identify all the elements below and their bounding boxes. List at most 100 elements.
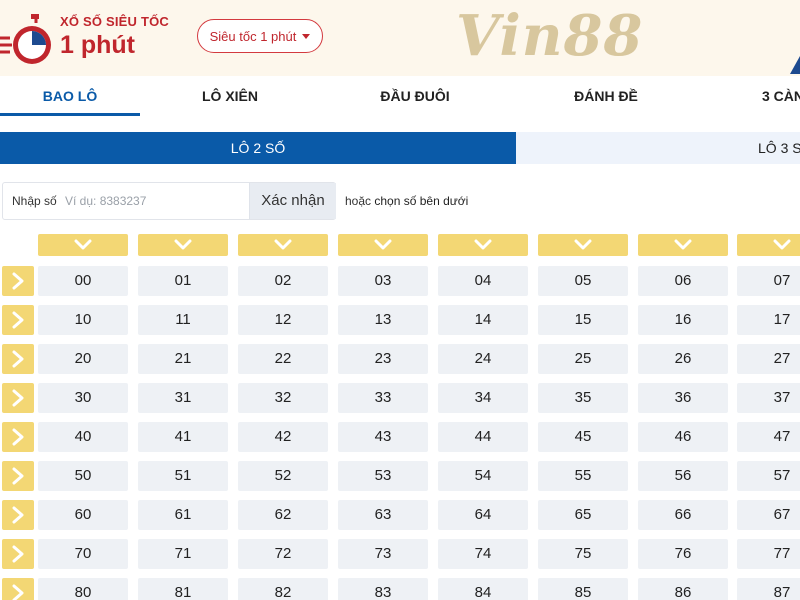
number-cell[interactable]: 83 — [338, 578, 428, 600]
row-select-button[interactable] — [2, 500, 34, 530]
number-cell[interactable]: 46 — [638, 422, 728, 452]
number-cell[interactable]: 76 — [638, 539, 728, 569]
number-cell[interactable]: 07 — [737, 266, 800, 296]
chevron-right-icon — [12, 389, 24, 407]
number-cell[interactable]: 67 — [737, 500, 800, 530]
number-cell[interactable]: 05 — [538, 266, 628, 296]
number-cell[interactable]: 20 — [38, 344, 128, 374]
number-cell[interactable]: 57 — [737, 461, 800, 491]
game-type-dropdown[interactable]: Siêu tốc 1 phút — [197, 19, 323, 53]
number-cell[interactable]: 00 — [38, 266, 128, 296]
number-cell[interactable]: 14 — [438, 305, 528, 335]
number-cell[interactable]: 12 — [238, 305, 328, 335]
number-cell[interactable]: 25 — [538, 344, 628, 374]
number-cell[interactable]: 56 — [638, 461, 728, 491]
column-select-button[interactable] — [538, 234, 628, 256]
row-select-button[interactable] — [2, 305, 34, 335]
number-cell[interactable]: 24 — [438, 344, 528, 374]
row-select-button[interactable] — [2, 539, 34, 569]
tab-lo-xien[interactable]: LÔ XIÊN — [160, 76, 300, 116]
number-cell[interactable]: 31 — [138, 383, 228, 413]
number-cell[interactable]: 66 — [638, 500, 728, 530]
tab-3-cang[interactable]: 3 CÀNG — [762, 76, 800, 116]
number-cell[interactable]: 77 — [737, 539, 800, 569]
number-cell[interactable]: 51 — [138, 461, 228, 491]
column-select-button[interactable] — [338, 234, 428, 256]
number-cell[interactable]: 32 — [238, 383, 328, 413]
number-cell[interactable]: 64 — [438, 500, 528, 530]
row-select-button[interactable] — [2, 383, 34, 413]
number-cell[interactable]: 73 — [338, 539, 428, 569]
number-cell[interactable]: 02 — [238, 266, 328, 296]
row-select-button[interactable] — [2, 422, 34, 452]
number-cell[interactable]: 80 — [38, 578, 128, 600]
number-cell[interactable]: 43 — [338, 422, 428, 452]
column-select-button[interactable] — [438, 234, 528, 256]
number-cell[interactable]: 71 — [138, 539, 228, 569]
number-cell[interactable]: 72 — [238, 539, 328, 569]
number-cell[interactable]: 06 — [638, 266, 728, 296]
number-cell[interactable]: 75 — [538, 539, 628, 569]
number-cell[interactable]: 16 — [638, 305, 728, 335]
number-cell[interactable]: 37 — [737, 383, 800, 413]
number-cell[interactable]: 74 — [438, 539, 528, 569]
number-cell[interactable]: 17 — [737, 305, 800, 335]
column-select-button[interactable] — [38, 234, 128, 256]
number-cell[interactable]: 60 — [38, 500, 128, 530]
confirm-button[interactable]: Xác nhận — [249, 183, 336, 219]
subtab-lo-3-so[interactable]: LÔ 3 SỐ — [758, 132, 800, 164]
tab-danh-de[interactable]: ĐÁNH ĐỀ — [536, 76, 676, 116]
number-cell[interactable]: 61 — [138, 500, 228, 530]
row-select-button[interactable] — [2, 266, 34, 296]
number-cell[interactable]: 11 — [138, 305, 228, 335]
number-cell[interactable]: 33 — [338, 383, 428, 413]
number-cell[interactable]: 15 — [538, 305, 628, 335]
number-cell[interactable]: 50 — [38, 461, 128, 491]
number-cell[interactable]: 86 — [638, 578, 728, 600]
number-cell[interactable]: 04 — [438, 266, 528, 296]
row-select-button[interactable] — [2, 344, 34, 374]
number-cell[interactable]: 35 — [538, 383, 628, 413]
number-cell[interactable]: 13 — [338, 305, 428, 335]
number-cell[interactable]: 23 — [338, 344, 428, 374]
row-select-button[interactable] — [2, 461, 34, 491]
number-cell[interactable]: 82 — [238, 578, 328, 600]
number-cell[interactable]: 44 — [438, 422, 528, 452]
number-cell[interactable]: 70 — [38, 539, 128, 569]
number-cell[interactable]: 63 — [338, 500, 428, 530]
number-cell[interactable]: 10 — [38, 305, 128, 335]
number-cell[interactable]: 65 — [538, 500, 628, 530]
number-cell[interactable]: 54 — [438, 461, 528, 491]
number-cell[interactable]: 42 — [238, 422, 328, 452]
column-select-button[interactable] — [238, 234, 328, 256]
number-cell[interactable]: 87 — [737, 578, 800, 600]
number-cell[interactable]: 45 — [538, 422, 628, 452]
number-cell[interactable]: 85 — [538, 578, 628, 600]
subtab-lo-2-so[interactable]: LÔ 2 SỐ — [0, 132, 516, 164]
column-select-button[interactable] — [138, 234, 228, 256]
number-cell[interactable]: 03 — [338, 266, 428, 296]
number-cell[interactable]: 47 — [737, 422, 800, 452]
number-cell[interactable]: 55 — [538, 461, 628, 491]
number-cell[interactable]: 34 — [438, 383, 528, 413]
number-cell[interactable]: 53 — [338, 461, 428, 491]
number-cell[interactable]: 30 — [38, 383, 128, 413]
number-cell[interactable]: 52 — [238, 461, 328, 491]
number-cell[interactable]: 81 — [138, 578, 228, 600]
number-cell[interactable]: 22 — [238, 344, 328, 374]
number-cell[interactable]: 41 — [138, 422, 228, 452]
number-cell[interactable]: 36 — [638, 383, 728, 413]
column-select-button[interactable] — [737, 234, 800, 256]
column-select-button[interactable] — [638, 234, 728, 256]
number-cell[interactable]: 01 — [138, 266, 228, 296]
number-cell[interactable]: 62 — [238, 500, 328, 530]
tab-dau-duoi[interactable]: ĐẦU ĐUÔI — [345, 76, 485, 116]
number-cell[interactable]: 27 — [737, 344, 800, 374]
number-cell[interactable]: 40 — [38, 422, 128, 452]
tab-bao-lo[interactable]: BAO LÔ — [0, 76, 140, 116]
number-cell[interactable]: 26 — [638, 344, 728, 374]
number-cell[interactable]: 84 — [438, 578, 528, 600]
number-input[interactable] — [65, 189, 245, 213]
number-cell[interactable]: 21 — [138, 344, 228, 374]
row-select-button[interactable] — [2, 578, 34, 600]
